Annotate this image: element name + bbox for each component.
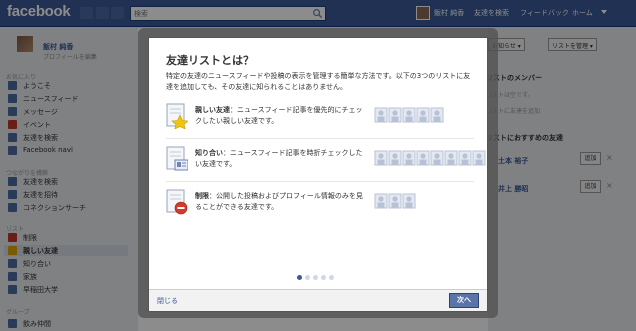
person-silhouette-icon	[402, 107, 416, 123]
pagination-dot[interactable]	[329, 275, 334, 280]
restricted-minus-icon	[166, 189, 188, 215]
acquaintances-people-icon	[374, 150, 486, 166]
dialog-title: 友達リストとは？	[166, 54, 254, 67]
dialog-description: 特定の友達のニュースフィードや投稿の表示を管理する簡単な方法です。以下の3つのリ…	[166, 72, 471, 91]
close-friends-star-icon	[166, 103, 188, 129]
person-silhouette-icon	[472, 150, 486, 166]
acquaintances-text: 知り合い：ニュースフィード記事を時折チェックしたい友達です。	[195, 149, 363, 168]
person-silhouette-icon	[458, 150, 472, 166]
divider	[166, 138, 474, 139]
close-friends-item: 親しい友達：ニュースフィード記事を優先的にチェックしたい親しい友達です。	[166, 103, 474, 133]
close-link[interactable]: 閉じる	[157, 296, 178, 306]
person-silhouette-icon	[374, 150, 388, 166]
close-friends-text: 親しい友達：ニュースフィード記事を優先的にチェックしたい親しい友達です。	[195, 106, 363, 125]
person-silhouette-icon	[402, 150, 416, 166]
person-silhouette-icon	[388, 193, 402, 209]
person-silhouette-icon	[430, 107, 444, 123]
divider	[166, 181, 474, 182]
person-silhouette-icon	[416, 107, 430, 123]
acquaintances-card-icon	[166, 146, 188, 171]
person-silhouette-icon	[402, 193, 416, 209]
person-silhouette-icon	[430, 150, 444, 166]
pagination-dots	[297, 274, 337, 282]
pagination-dot[interactable]	[313, 275, 318, 280]
restricted-text: 制限：公開した投稿およびプロフィール情報のみを見ることができる友達です。	[195, 192, 363, 211]
next-button[interactable]: 次へ	[449, 293, 479, 308]
restricted-item: 制限：公開した投稿およびプロフィール情報のみを見ることができる友達です。	[166, 189, 474, 219]
close-friends-people-icon	[374, 107, 444, 123]
friend-lists-dialog: 友達リストとは？ 特定の友達のニュースフィードや投稿の表示を管理する簡単な方法で…	[148, 37, 488, 312]
person-silhouette-icon	[444, 150, 458, 166]
person-silhouette-icon	[374, 107, 388, 123]
acquaintances-item: 知り合い：ニュースフィード記事を時折チェックしたい友達です。	[166, 146, 486, 176]
dialog-footer: 閉じる 次へ	[149, 289, 487, 311]
person-silhouette-icon	[374, 193, 388, 209]
pagination-dot[interactable]	[321, 275, 326, 280]
restricted-people-icon	[374, 193, 416, 209]
person-silhouette-icon	[416, 150, 430, 166]
pagination-dot[interactable]	[297, 275, 302, 280]
person-silhouette-icon	[388, 107, 402, 123]
pagination-dot[interactable]	[305, 275, 310, 280]
person-silhouette-icon	[388, 150, 402, 166]
